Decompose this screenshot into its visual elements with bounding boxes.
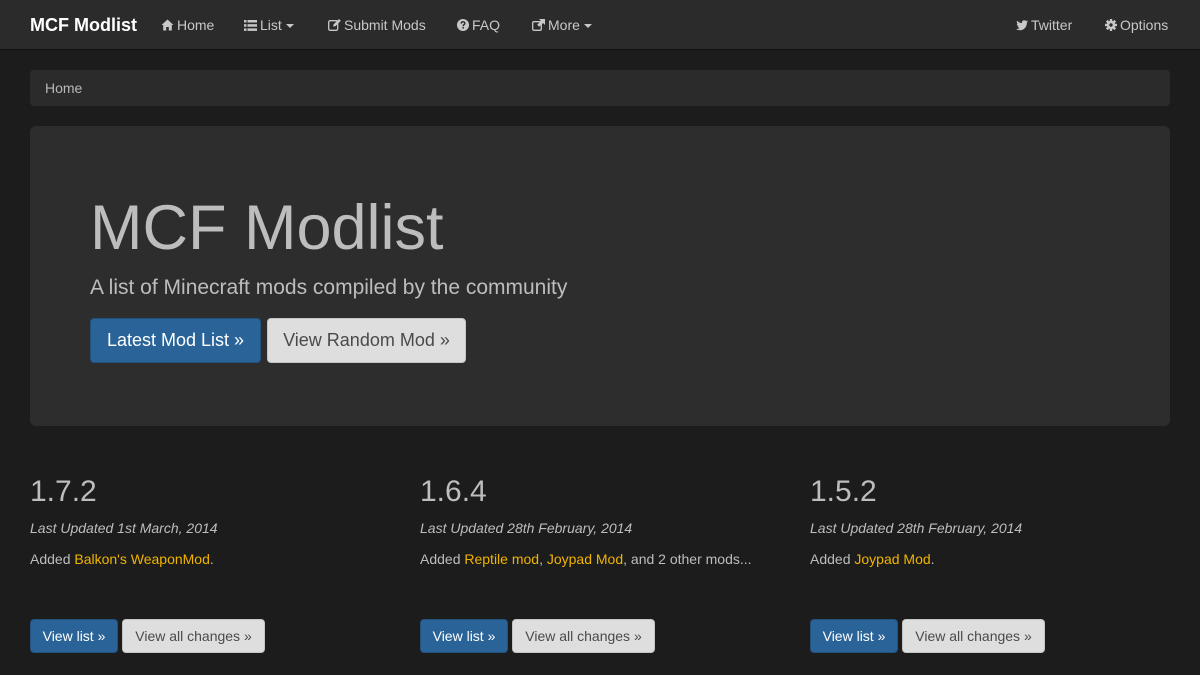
summary-prefix: Added bbox=[30, 551, 75, 567]
nav-faq[interactable]: FAQ bbox=[457, 0, 500, 50]
nav-list-label: List bbox=[260, 17, 282, 33]
page-subtitle: A list of Minecraft mods compiled by the… bbox=[90, 276, 568, 299]
version-panel-1-6-4: 1.6.4 Last Updated 28th February, 2014 A… bbox=[420, 470, 780, 670]
jumbotron: MCF Modlist A list of Minecraft mods com… bbox=[30, 126, 1170, 426]
version-panel-1-7-2: 1.7.2 Last Updated 1st March, 2014 Added… bbox=[30, 470, 390, 670]
changes-summary: Added Balkon's WeaponMod. bbox=[30, 551, 214, 567]
nav-twitter[interactable]: Twitter bbox=[1016, 0, 1072, 50]
view-list-button[interactable]: View list » bbox=[420, 619, 508, 653]
caret-down-icon bbox=[583, 24, 592, 29]
nav-submit-label: Submit Mods bbox=[344, 17, 426, 33]
summary-separator: , bbox=[539, 551, 547, 567]
nav-home-label: Home bbox=[177, 17, 215, 33]
summary-suffix: . bbox=[209, 551, 214, 567]
edit-icon bbox=[328, 19, 341, 31]
last-updated-text: Last Updated 28th February, 2014 bbox=[420, 520, 633, 536]
nav-more-label: More bbox=[548, 17, 580, 33]
version-heading: 1.6.4 bbox=[420, 475, 487, 508]
nav-list-dropdown[interactable]: List bbox=[244, 0, 294, 50]
version-heading: 1.5.2 bbox=[810, 475, 877, 508]
view-all-changes-button[interactable]: View all changes » bbox=[512, 619, 655, 653]
view-all-changes-button[interactable]: View all changes » bbox=[122, 619, 265, 653]
question-circle-icon bbox=[457, 19, 469, 31]
gear-icon bbox=[1105, 19, 1117, 31]
breadcrumb-item-home: Home bbox=[45, 80, 83, 96]
summary-prefix: Added bbox=[420, 551, 465, 567]
external-link-icon bbox=[532, 19, 545, 31]
nav-faq-label: FAQ bbox=[472, 17, 501, 33]
view-list-button[interactable]: View list » bbox=[810, 619, 898, 653]
view-list-button[interactable]: View list » bbox=[30, 619, 118, 653]
mod-link[interactable]: Balkon's WeaponMod bbox=[74, 551, 210, 567]
nav-home[interactable]: Home bbox=[161, 0, 214, 50]
summary-suffix: , and 2 other mods... bbox=[623, 551, 752, 567]
navbar: MCF Modlist Home List Submit Mods FAQ Mo… bbox=[0, 0, 1200, 50]
summary-suffix: . bbox=[930, 551, 935, 567]
mod-link[interactable]: Reptile mod bbox=[464, 551, 539, 567]
home-icon bbox=[161, 19, 174, 31]
brand-link[interactable]: MCF Modlist bbox=[30, 0, 137, 50]
list-icon bbox=[244, 20, 257, 31]
version-heading: 1.7.2 bbox=[30, 475, 97, 508]
nav-options[interactable]: Options bbox=[1105, 0, 1168, 50]
summary-prefix: Added bbox=[810, 551, 855, 567]
changes-summary: Added Reptile mod, Joypad Mod, and 2 oth… bbox=[420, 551, 752, 567]
changes-summary: Added Joypad Mod. bbox=[810, 551, 935, 567]
breadcrumb: Home bbox=[30, 70, 1170, 106]
version-panel-1-5-2: 1.5.2 Last Updated 28th February, 2014 A… bbox=[810, 470, 1170, 670]
last-updated-text: Last Updated 1st March, 2014 bbox=[30, 520, 218, 536]
mod-link[interactable]: Joypad Mod bbox=[547, 551, 623, 567]
caret-down-icon bbox=[285, 24, 294, 29]
nav-submit-mods[interactable]: Submit Mods bbox=[328, 0, 426, 50]
latest-mod-list-button[interactable]: Latest Mod List » bbox=[90, 318, 261, 363]
view-all-changes-button[interactable]: View all changes » bbox=[902, 619, 1045, 653]
nav-options-label: Options bbox=[1120, 17, 1169, 33]
view-random-mod-button[interactable]: View Random Mod » bbox=[267, 318, 466, 363]
twitter-icon bbox=[1016, 20, 1028, 31]
mod-link[interactable]: Joypad Mod bbox=[854, 551, 930, 567]
last-updated-text: Last Updated 28th February, 2014 bbox=[810, 520, 1023, 536]
nav-more-dropdown[interactable]: More bbox=[532, 0, 592, 50]
nav-twitter-label: Twitter bbox=[1031, 17, 1073, 33]
page-title: MCF Modlist bbox=[90, 193, 444, 263]
